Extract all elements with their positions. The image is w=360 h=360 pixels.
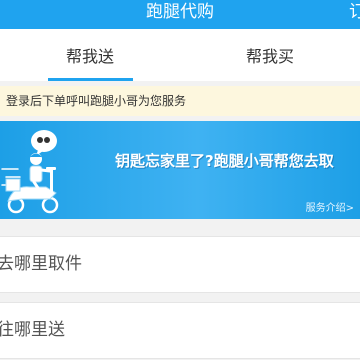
banner-slogan: 钥匙忘家里了?跑腿小哥帮您去取 bbox=[115, 152, 334, 170]
active-tab-indicator bbox=[48, 78, 133, 81]
tab-buy[interactable]: 帮我买 bbox=[180, 29, 360, 81]
promo-banner[interactable]: 钥匙忘家里了?跑腿小哥帮您去取 服务介绍> bbox=[0, 121, 360, 219]
dropoff-address-placeholder: 往哪里送 bbox=[0, 320, 65, 340]
app-screen: 跑腿代购 订 帮我送 帮我买 登录后下单呼叫跑腿小哥为您服务 钥匙忘家里了?跑腿… bbox=[0, 0, 360, 360]
login-notice[interactable]: 登录后下单呼叫跑腿小哥为您服务 bbox=[0, 86, 360, 116]
tab-bar: 帮我送 帮我买 bbox=[0, 29, 360, 81]
orders-link[interactable]: 订 bbox=[349, 0, 360, 25]
service-intro-link[interactable]: 服务介绍> bbox=[306, 199, 354, 214]
header-bar: 跑腿代购 订 bbox=[0, 0, 360, 29]
pickup-address-placeholder: 去哪里取件 bbox=[0, 254, 82, 274]
dropoff-address-field[interactable]: 往哪里送 bbox=[0, 302, 360, 359]
courier-scooter-illustration bbox=[1, 130, 59, 214]
tab-send[interactable]: 帮我送 bbox=[0, 29, 180, 81]
login-notice-text: 登录后下单呼叫跑腿小哥为您服务 bbox=[6, 94, 187, 108]
pickup-address-field[interactable]: 去哪里取件 bbox=[0, 236, 360, 293]
page-title: 跑腿代购 bbox=[146, 2, 214, 22]
